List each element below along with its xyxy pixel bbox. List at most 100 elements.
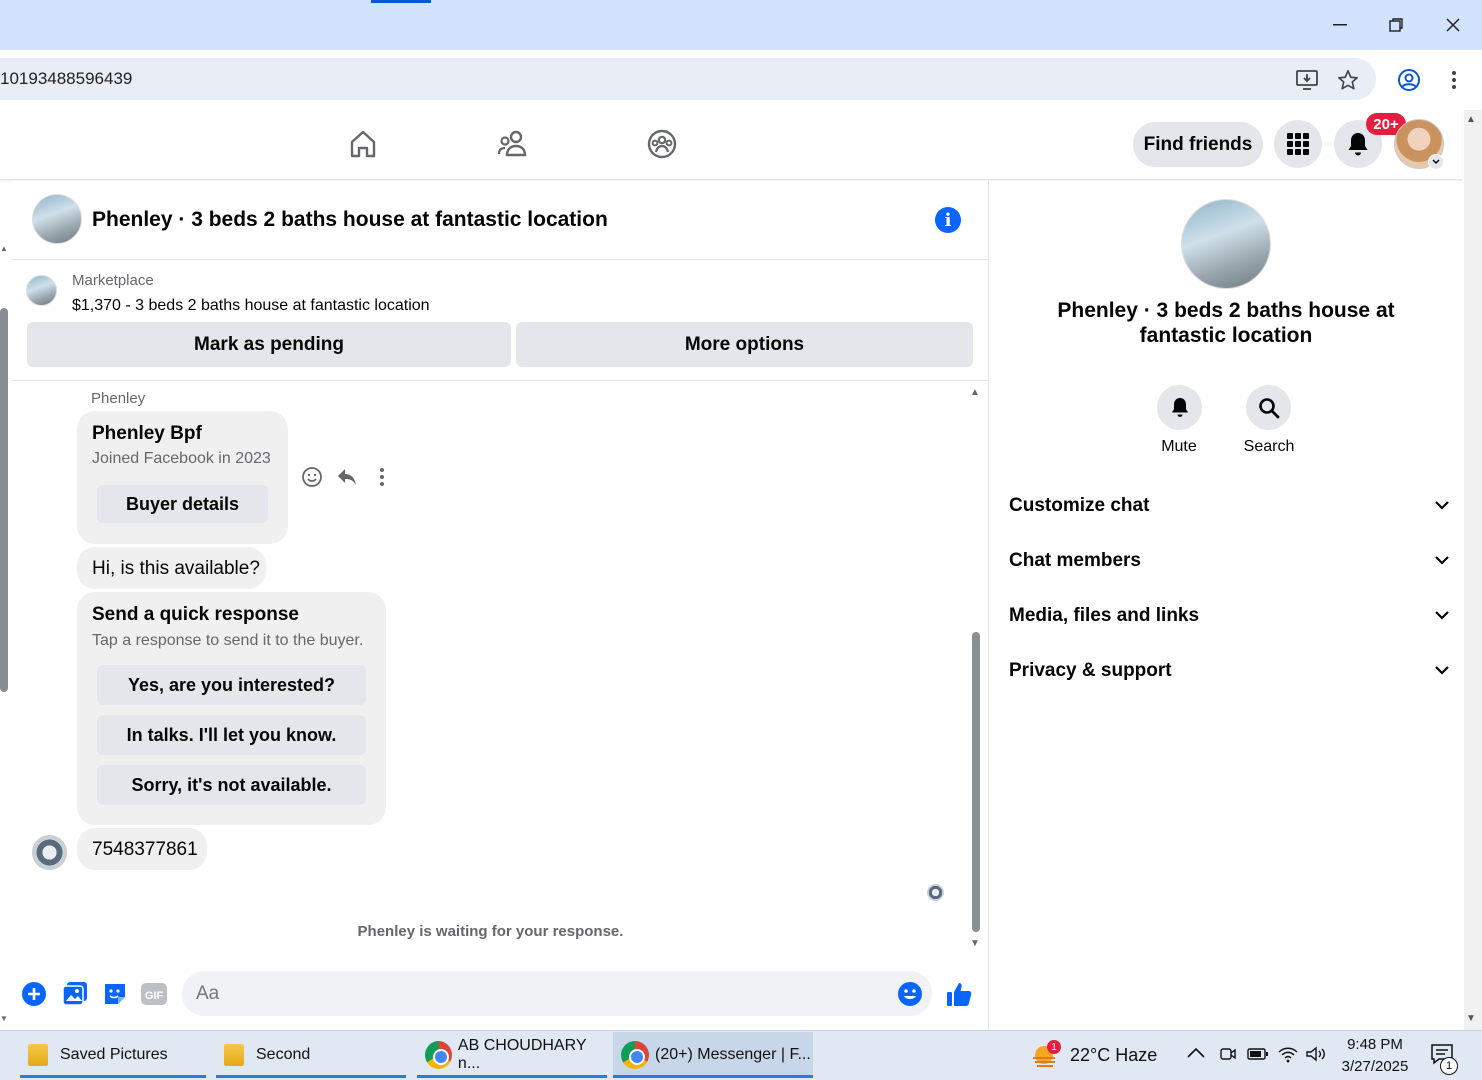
mute-bell-icon[interactable] [1157,385,1202,430]
clock-date: 3/27/2025 [1341,1058,1409,1075]
emoji-icon[interactable] [896,980,924,1008]
home-icon[interactable] [343,124,383,164]
chevron-down-icon [1435,497,1449,515]
section-label: Customize chat [1009,495,1150,516]
chrome-icon [621,1041,649,1069]
section-customize-chat[interactable]: Customize chat [1009,486,1449,526]
meet-now-icon[interactable] [1219,1045,1237,1068]
kebab-menu-icon[interactable] [1440,66,1468,94]
friends-icon[interactable] [493,124,533,164]
plus-actions-icon[interactable] [20,980,48,1008]
bookmark-star-icon[interactable] [1334,66,1362,94]
profile-icon[interactable] [1395,66,1423,94]
listing-thumbnail[interactable] [26,275,57,306]
more-options-button[interactable]: More options [516,322,973,367]
chevron-down-icon [1435,662,1449,680]
seen-receipt-avatar [927,884,944,901]
notification-count-badge: 1 [1440,1057,1458,1075]
mute-label: Mute [1161,438,1197,455]
tray-chevron-up-icon[interactable] [1187,1046,1205,1064]
quick-response-yes-button[interactable]: Yes, are you interested? [97,665,366,705]
weather-alert-badge: 1 [1047,1040,1061,1054]
active-tab-indicator [371,0,431,3]
taskbar-underline [20,1075,206,1078]
message-text: Hi, is this available? [92,558,260,579]
info-icon[interactable]: i [935,207,961,233]
details-listing-photo[interactable] [1181,199,1271,289]
outer-scrollbar-thumb[interactable] [0,308,8,692]
groups-icon[interactable] [642,124,682,164]
address-bar[interactable] [0,58,1376,100]
chevron-down-icon [1435,552,1449,570]
section-media-files-links[interactable]: Media, files and links [1009,596,1449,636]
taskbar-item-chrome-ab[interactable]: AB CHOUDHARY n... [417,1032,607,1078]
outer-scroll-up-icon[interactable]: ▲ [0,244,8,253]
listing-avatar[interactable] [32,194,82,244]
quick-response-in-talks-button[interactable]: In talks. I'll let you know. [97,715,366,755]
volume-icon[interactable] [1305,1045,1327,1068]
sender-name: Phenley [91,390,146,407]
minimize-icon[interactable] [1320,8,1360,42]
taskbar-label: (20+) Messenger | F... [655,1046,811,1063]
reply-icon[interactable] [334,464,360,490]
weather-text[interactable]: 22°C Haze [1070,1045,1157,1066]
taskbar-underline [417,1075,607,1078]
folder-icon [224,1044,244,1066]
search-label: Search [1243,438,1295,455]
photo-attach-icon[interactable] [61,980,89,1008]
wifi-icon[interactable] [1278,1045,1298,1068]
sticker-icon[interactable] [101,980,129,1008]
clock-time: 9:48 PM [1347,1036,1403,1053]
phone-number-message: 7548377861 [92,839,198,860]
section-chat-members[interactable]: Chat members [1009,541,1449,581]
page-scroll-down-icon[interactable]: ▼ [1466,1013,1476,1024]
taskbar-item-second[interactable]: Second [216,1032,406,1078]
taskbar-label: AB CHOUDHARY n... [457,1037,587,1072]
quick-response-subtitle: Tap a response to send it to the buyer. [92,632,364,649]
section-label: Chat members [1009,550,1141,571]
listing-summary[interactable]: $1,370 - 3 beds 2 baths house at fantast… [72,297,430,315]
mark-as-pending-button[interactable]: Mark as pending [27,322,511,367]
restore-icon[interactable] [1376,8,1416,42]
install-app-icon[interactable] [1293,66,1321,94]
account-chevron-down-icon[interactable] [1428,154,1444,170]
search-icon[interactable] [1246,385,1291,430]
message-input[interactable] [182,971,862,1016]
buyer-joined: Joined Facebook in 2023 [92,450,271,467]
taskbar-item-saved-pictures[interactable]: Saved Pictures [20,1032,206,1078]
chat-title[interactable]: Phenley · 3 beds 2 baths house at fantas… [92,208,608,232]
outer-scroll-down-icon[interactable]: ▼ [0,1014,8,1023]
taskbar-label: Saved Pictures [60,1046,168,1063]
divider [12,380,988,381]
gif-icon[interactable]: GIF [140,980,168,1008]
quick-response-title: Send a quick response [92,604,299,625]
section-privacy-support[interactable]: Privacy & support [1009,651,1449,691]
close-icon[interactable] [1433,8,1473,42]
folder-icon [28,1044,48,1066]
url-text[interactable]: 10193488596439 [0,69,132,89]
chat-scroll-down-icon[interactable]: ▼ [970,938,980,949]
menu-grid-icon[interactable] [1274,120,1322,168]
battery-icon[interactable] [1247,1047,1269,1066]
chat-scroll-up-icon[interactable]: ▲ [970,387,980,398]
section-label: Privacy & support [1009,660,1172,681]
chrome-icon [425,1041,452,1069]
find-friends-button[interactable]: Find friends [1133,122,1263,167]
message-composer[interactable] [182,971,932,1016]
chat-scrollbar-thumb[interactable] [972,632,980,932]
buyer-details-button[interactable]: Buyer details [97,485,268,523]
details-title: Phenley · 3 beds 2 baths house at fantas… [1057,299,1395,347]
sender-avatar[interactable] [32,835,67,870]
page-scroll-up-icon[interactable]: ▲ [1466,114,1476,125]
page-scrollbar[interactable] [1464,110,1482,1030]
taskbar-item-messenger[interactable]: (20+) Messenger | F... [613,1032,813,1078]
taskbar-underline [216,1075,406,1078]
quick-response-not-available-button[interactable]: Sorry, it's not available. [97,765,366,805]
chevron-down-icon [1435,607,1449,625]
taskbar-clock[interactable]: 9:48 PM 3/27/2025 [1340,1034,1410,1078]
taskbar-label: Second [256,1046,311,1063]
message-more-icon[interactable] [369,464,395,490]
thumbs-up-icon[interactable] [945,980,973,1008]
react-smiley-icon[interactable] [299,464,325,490]
marketplace-label: Marketplace [72,272,154,289]
